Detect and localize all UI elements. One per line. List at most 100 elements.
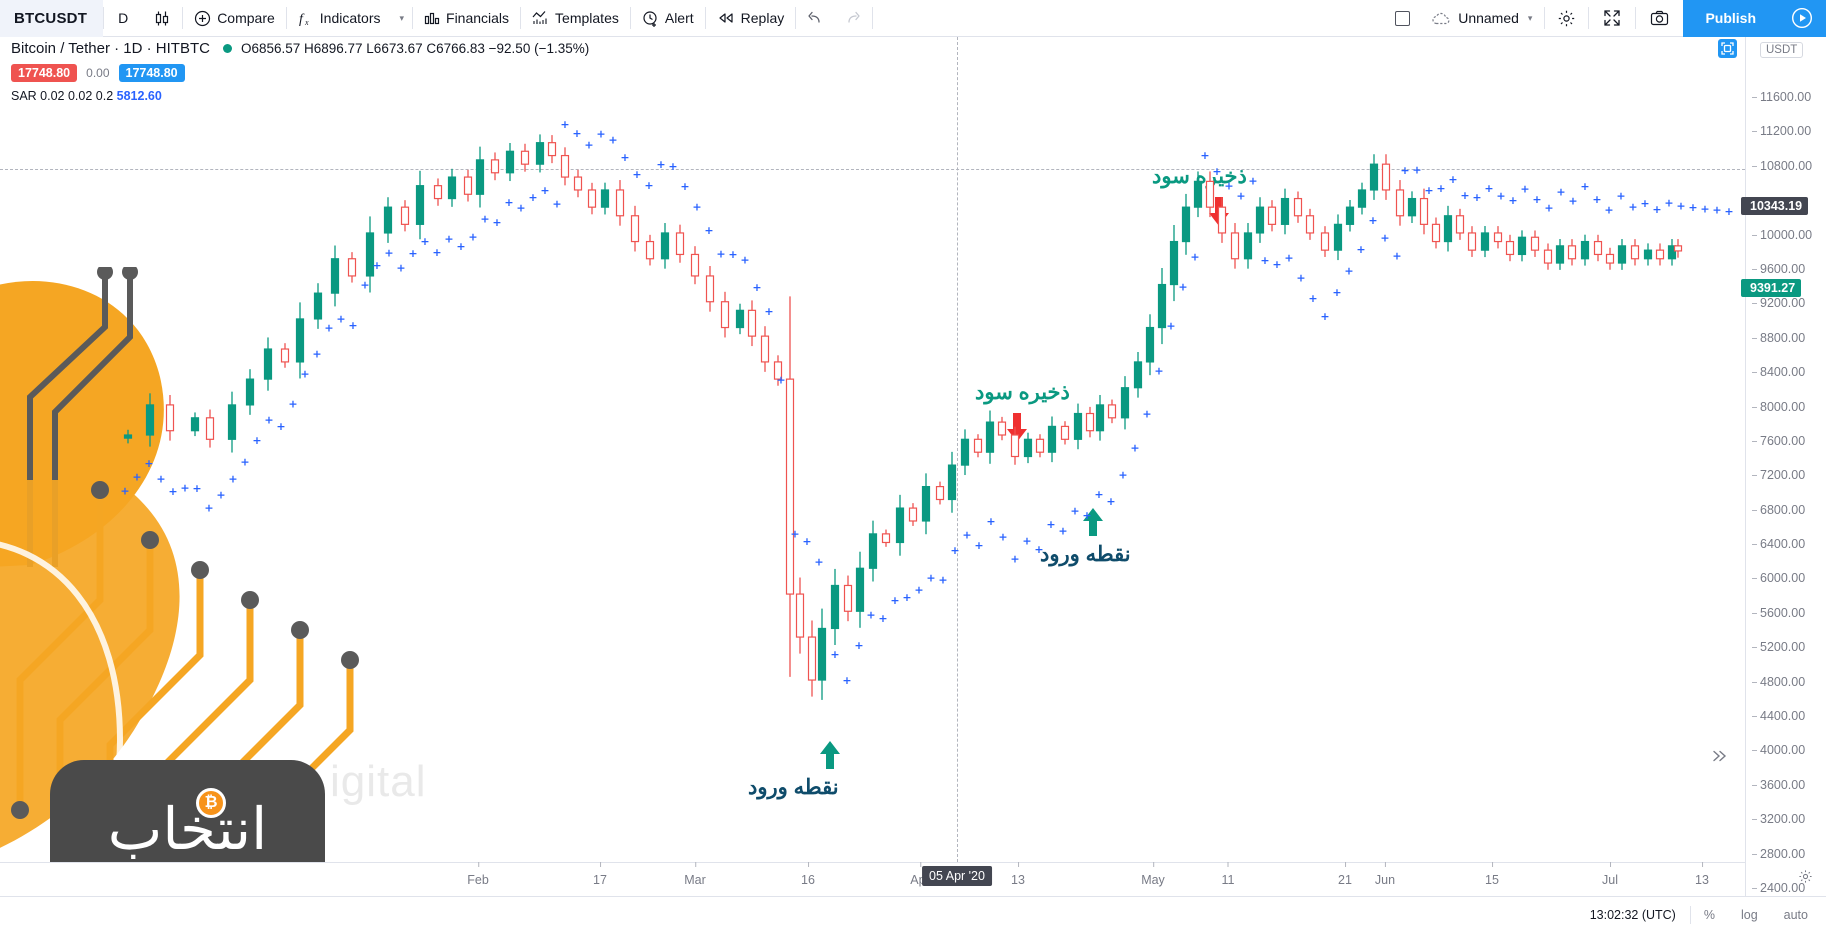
time-axis-tick: 13 (1695, 862, 1709, 887)
svg-text:+: + (704, 224, 713, 237)
indicators-button[interactable]: fx Indicators (287, 0, 392, 37)
symbol-button[interactable]: BTCUSDT (0, 0, 104, 37)
legend-sar-row: SAR 0.02 0.02 0.2 5812.60 (11, 89, 589, 103)
alarm-clock-icon (642, 10, 659, 27)
svg-text:+: + (1496, 190, 1505, 203)
interval-button[interactable]: D (104, 0, 142, 37)
redo-button[interactable] (834, 0, 872, 37)
templates-icon (532, 10, 549, 26)
compare-button[interactable]: Compare (183, 0, 286, 37)
volume-blue-badge: 17748.80 (118, 64, 185, 82)
svg-text:+: + (552, 197, 561, 210)
layout-name-label: Unnamed (1458, 10, 1519, 26)
svg-text:+: + (716, 247, 725, 260)
svg-text:+: + (632, 168, 641, 181)
svg-text:+: + (252, 434, 261, 447)
svg-text:+: + (420, 235, 429, 248)
svg-text:+: + (1142, 408, 1151, 421)
svg-text:+: + (300, 368, 309, 381)
svg-text:+: + (890, 594, 899, 607)
price-axis[interactable]: USDT 11600.00 11200.00 10800.00 10000.00 960… (1718, 37, 1826, 933)
svg-text:+: + (168, 485, 177, 498)
svg-text:+: + (1604, 203, 1613, 216)
svg-text:+: + (492, 216, 501, 229)
svg-text:+: + (560, 118, 569, 131)
redo-icon (844, 11, 862, 25)
svg-text:+: + (1688, 201, 1697, 214)
camera-icon (1650, 10, 1669, 26)
templates-label: Templates (555, 10, 619, 26)
chart-canvas[interactable]: igital + + + + + + + + + + + + + + + + + + + + + + + + + + + + + + + + +… (0, 37, 1745, 862)
gear-icon (1557, 9, 1576, 28)
price-axis-tick: 6400.00 (1751, 537, 1806, 552)
publish-button[interactable]: Publish (1683, 0, 1778, 37)
indicators-dropdown-caret[interactable]: ▾ (391, 0, 412, 37)
svg-text:+: + (120, 484, 129, 497)
svg-text:+: + (456, 240, 465, 253)
candlestick-icon (154, 10, 170, 27)
time-axis-tick: Mar (684, 862, 706, 887)
replay-button[interactable]: Replay (706, 0, 796, 37)
svg-text:+: + (962, 529, 971, 542)
chart-settings-gear-button[interactable] (1798, 869, 1813, 884)
svg-text:+: + (814, 556, 823, 569)
svg-text:x: x (304, 18, 309, 27)
price-axis-tick: 6000.00 (1751, 571, 1806, 586)
fullscreen-icon (1603, 9, 1621, 27)
svg-text:+: + (974, 539, 983, 552)
financials-button[interactable]: Financials (413, 0, 520, 37)
price-axis-tick: 4000.00 (1751, 743, 1806, 758)
time-axis[interactable]: Feb 17 Mar 16 Apr 13 May 11 21 Jun 15 Jul 13 05 Apr … (0, 862, 1745, 896)
time-axis-tick: 13 (1011, 862, 1025, 887)
price-axis-tick: 5600.00 (1751, 605, 1806, 620)
save-layout-button[interactable]: Unnamed ▾ (1422, 0, 1544, 37)
svg-text:+: + (1082, 509, 1091, 522)
crosshair-date-badge: 05 Apr '20 (922, 866, 992, 886)
svg-text:+: + (1248, 175, 1257, 188)
svg-text:+: + (866, 609, 875, 622)
financials-label: Financials (446, 10, 510, 26)
expand-pane-button[interactable] (1718, 39, 1737, 58)
percent-scale-toggle[interactable]: % (1691, 908, 1728, 922)
svg-text:+: + (1652, 203, 1661, 216)
svg-text:+: + (998, 531, 1007, 544)
time-axis-tick: 11 (1221, 862, 1235, 887)
play-button[interactable] (1778, 0, 1826, 37)
svg-text:+: + (228, 473, 237, 486)
svg-text:+: + (372, 259, 381, 272)
status-bar: 13:02:32 (UTC) % log auto (0, 896, 1826, 933)
auto-scale-toggle[interactable]: auto (1771, 908, 1826, 922)
svg-text:+: + (348, 319, 357, 332)
legend-primary-row: Bitcoin / Tether · 1D · HITBTC O6856.57 … (11, 40, 589, 57)
chart-style-button[interactable] (142, 0, 182, 37)
svg-text:+: + (1154, 365, 1163, 378)
layout-dropdown-caret[interactable]: ▾ (1526, 13, 1535, 24)
plus-circle-icon (194, 10, 211, 27)
svg-text:+: + (656, 158, 665, 171)
svg-text:+: + (516, 202, 525, 215)
svg-text:+: + (1296, 272, 1305, 285)
price-axis-tick: 3600.00 (1751, 777, 1806, 792)
svg-text:+: + (144, 457, 153, 470)
svg-text:+: + (1200, 149, 1209, 162)
undo-button[interactable] (796, 0, 834, 37)
svg-text:+: + (740, 253, 749, 266)
legend-title[interactable]: Bitcoin / Tether · 1D · HITBTC (11, 40, 210, 57)
time-axis-tick: Feb (467, 862, 489, 887)
templates-button[interactable]: Templates (521, 0, 630, 37)
svg-text:+: + (1010, 553, 1019, 566)
svg-text:+: + (1058, 525, 1067, 538)
layout-select-button[interactable] (1383, 0, 1422, 37)
scroll-to-realtime-button[interactable] (1708, 745, 1730, 767)
svg-text:+: + (1436, 182, 1445, 195)
log-scale-toggle[interactable]: log (1728, 908, 1771, 922)
settings-button[interactable] (1545, 0, 1588, 37)
svg-text:+: + (902, 591, 911, 604)
fullscreen-button[interactable] (1589, 0, 1635, 37)
sar-indicator-label[interactable]: SAR 0.02 0.02 0.2 (11, 89, 113, 103)
svg-text:+: + (692, 201, 701, 214)
top-toolbar: BTCUSDT D Compare fx Indicators ▾ Financ… (0, 0, 1826, 37)
svg-text:+: + (1712, 204, 1721, 217)
snapshot-button[interactable] (1636, 0, 1683, 37)
alert-button[interactable]: Alert (631, 0, 705, 37)
